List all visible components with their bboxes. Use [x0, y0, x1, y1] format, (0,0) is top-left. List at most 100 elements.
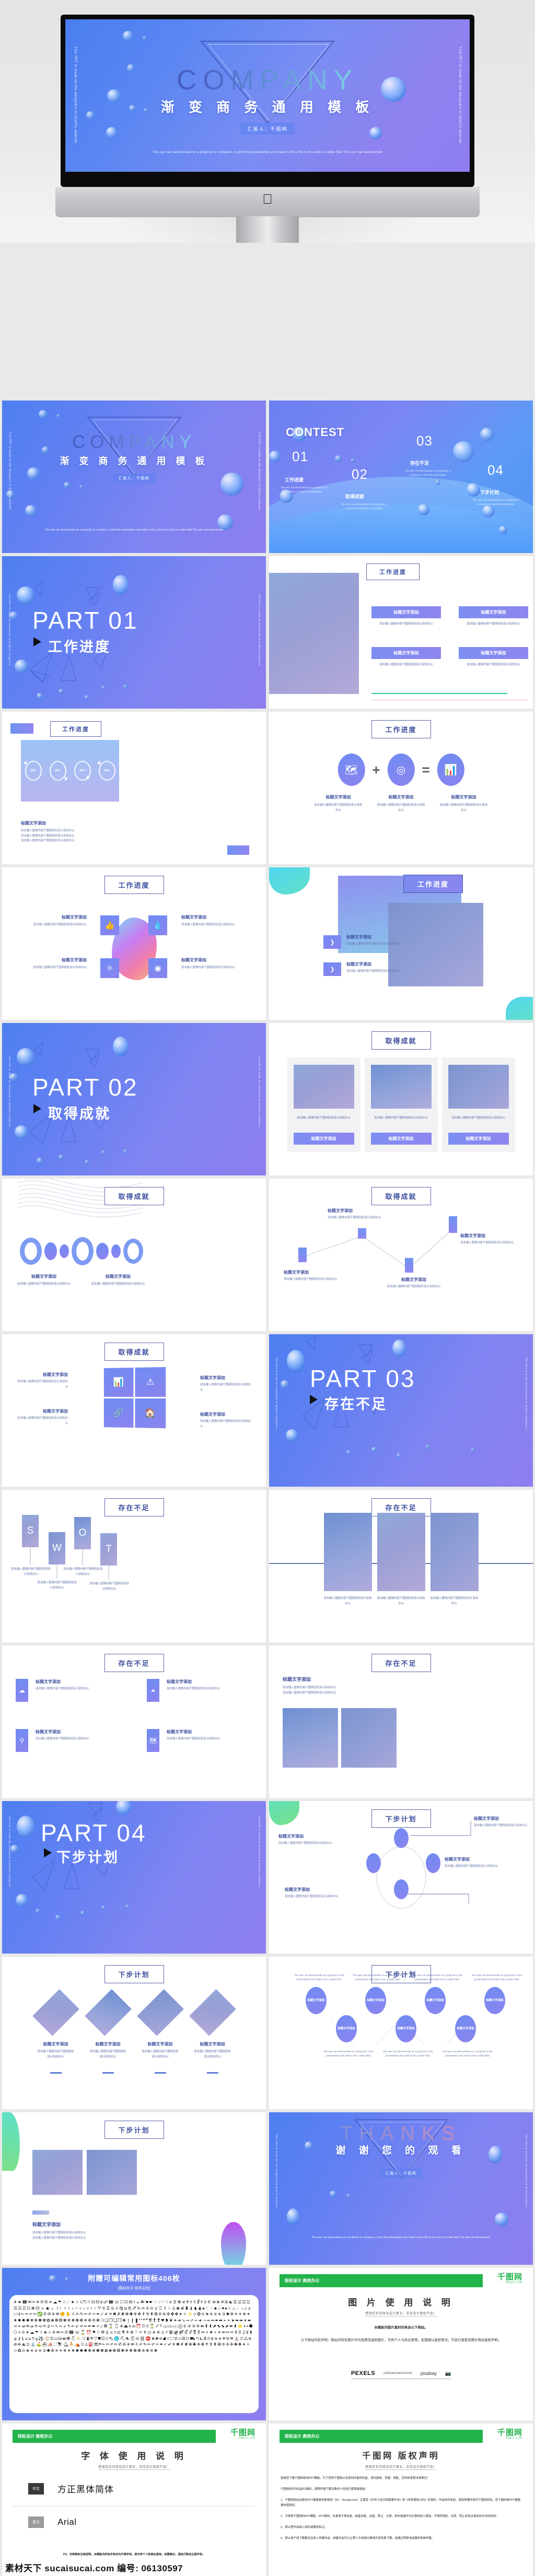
- icon-pack-subtitle: [图标在手 修改无忧]: [118, 2287, 150, 2290]
- slide-plan-circle[interactable]: 下步计划 标题文字添加 双击输入替换内容千图网轻松设计高效办公 标题文字添加 双…: [269, 1801, 533, 1954]
- slide-progress-quad[interactable]: 工作进度 👍 💧 ⚛ ◉ 标题文字添加 双击输入替换内容千图网轻松设计高效办公 …: [2, 867, 266, 1020]
- slide-part-04[interactable]: PART 04 下步计划 This PPT is made by thousan…: [2, 1801, 266, 1954]
- caption-title: 标题文字添加: [388, 795, 414, 799]
- twophoto-caption[interactable]: 标题文字添加 双击输入替换内容千图网轻松设计高效办公 双击输入替换内容千图网轻松…: [283, 1676, 336, 1696]
- timeline-node[interactable]: 标题文字添加: [425, 1987, 446, 2014]
- diamond-card[interactable]: 标题文字添加 双击输入替换内容千图网轻松设计高效办公: [32, 1989, 79, 2074]
- circle-caption[interactable]: 标题文字添加 双击输入替换内容千图网轻松设计高效办公: [278, 1833, 334, 1846]
- overlay-caption[interactable]: 标题文字添加 双击输入替换内容千图网轻松设计高效办公: [346, 934, 400, 947]
- copyright-p4: 2、不得将千图网的PPT模版、PPT素材，本身用于再出售，或者出租、出借、转让、…: [281, 2515, 499, 2519]
- quad-caption[interactable]: 标题文字添加 双击输入替换内容千图网轻松设计高效办公: [26, 914, 87, 928]
- timeline-node[interactable]: 标题文字添加: [306, 1987, 327, 2014]
- quad-caption[interactable]: 标题文字添加 双击输入替换内容千图网轻松设计高效办公: [181, 957, 242, 971]
- slide-progress-equation[interactable]: 工作进度 🗺 + ◎ = 📊 标题文字添加 双击输入替换内容千图网轻松设计高效办…: [269, 712, 533, 864]
- circle-caption[interactable]: 标题文字添加 双击输入替换内容千图网轻松设计高效办公: [474, 1816, 529, 1829]
- progress-card[interactable]: 标题文字添加 双击输入替换内容千图网轻松设计高效办公: [371, 606, 441, 627]
- part-side-text: This PPT is made by thousands of graphic…: [258, 1055, 261, 1128]
- contents-item-01[interactable]: 01 工作进度 The user can demonstrate on a pr…: [281, 449, 329, 495]
- slide-part-03[interactable]: PART 03 存在不足 This PPT is made by thousan…: [269, 1334, 533, 1487]
- progress-card[interactable]: 标题文字添加 双击输入替换内容千图网轻松设计高效办公: [459, 606, 528, 627]
- slide-progress-rings[interactable]: 工作进度 55% 80% 95% 65% 标题文字添加 双击输入替换内容千图网轻…: [2, 712, 266, 864]
- slide-thanks[interactable]: THANKS 谢 谢 您 的 观 看 汇报人：千图网 The user can …: [269, 2112, 533, 2265]
- slide-gap-twophoto[interactable]: 存在不足 标题文字添加 双击输入替换内容千图网轻松设计高效办公 双击输入替换内容…: [269, 1645, 533, 1798]
- slide-gap-iconcards[interactable]: 存在不足 ☁ 标题文字添加 双击输入替换内容千图网轻松设计高效办公 ⏶ 标题文字…: [2, 1645, 266, 1798]
- slide-part-01[interactable]: PART 01 工作进度 This PPT is made by thousan…: [2, 556, 266, 709]
- achieve-card[interactable]: 双击输入替换内容千图网轻松设计高效办公 标题文字添加: [287, 1057, 360, 1152]
- caption-body: 双击输入替换内容千图网轻松设计高效办公: [200, 1383, 251, 1392]
- slide-achieve-ellipses[interactable]: 取得成就 标题文字添加 双击输入替换内容千图网轻松设计高效办公 标题文字添加 双…: [2, 1179, 266, 1331]
- slide-icon-pack[interactable]: 附赠可编辑常用图标406枚 [图标在手 修改无忧] ✈★☎✉✂✈✆✇☀☁☂☃☄★…: [2, 2268, 266, 2420]
- timeline-node[interactable]: 标题文字添加: [396, 2015, 416, 2042]
- circle-caption[interactable]: 标题文字添加 双击输入替换内容千图网轻松设计高效办公: [445, 1856, 500, 1869]
- zigzag-caption[interactable]: 标题文字添加 双击输入替换内容千图网轻松设计高效办公: [460, 1233, 515, 1246]
- windows-caption[interactable]: 标题文字添加 双击输入替换内容千图网轻松设计高效办公: [200, 1375, 252, 1393]
- windows-caption[interactable]: 标题文字添加 双击输入替换内容千图网轻松设计高效办公: [16, 1372, 68, 1390]
- diamond-card[interactable]: 标题文字添加 双击输入替换内容千图网轻松设计高效办公: [189, 1989, 236, 2074]
- timeline-node[interactable]: 标题文字添加: [365, 1987, 386, 2014]
- card-body: 双击输入替换内容千图网轻松设计高效办公: [451, 1116, 505, 1120]
- timeline-node[interactable]: 标题文字添加: [455, 2015, 476, 2042]
- slide-progress-overlay[interactable]: 工作进度 ❯ 标题文字添加 双击输入替换内容千图网轻松设计高效办公 ❯ 标题文字…: [269, 867, 533, 1020]
- slide-achieve-cards[interactable]: 取得成就 双击输入替换内容千图网轻松设计高效办公 标题文字添加 双击输入替换内容…: [269, 1023, 533, 1175]
- slide-contents[interactable]: CONTEST 01 工作进度 The user can demonstrate…: [269, 401, 533, 553]
- windows-caption[interactable]: 标题文字添加 双击输入替换内容千图网轻松设计高效办公: [200, 1411, 252, 1429]
- slide-achieve-zigzag[interactable]: 取得成就 标题文字添加 双击输入替换内容千图网轻松设计高效办公 标题文字添加 双…: [269, 1179, 533, 1331]
- slide-plan-photos[interactable]: 下步计划 标题文字添加 双击输入替换内容千图网轻松设计高效办公 双击输入替换内容…: [2, 2112, 266, 2265]
- gap-icon-card[interactable]: 🗺 标题文字添加 双击输入替换内容千图网轻松设计高效办公: [147, 1729, 250, 1752]
- chevron-right-icon: ❯: [323, 935, 341, 949]
- slide-cover[interactable]: COMPANY 渐 变 商 务 通 用 模 板 汇报人：千图网 The user…: [2, 401, 266, 553]
- gap-icon-card[interactable]: ⏶ 标题文字添加 双击输入替换内容千图网轻松设计高效办公: [147, 1679, 250, 1702]
- contents-item-04[interactable]: 04 下步计划 The user can demonstrate on a pr…: [473, 462, 521, 507]
- slide-font-notice[interactable]: 轻松设计 高效办公 千图网 58pic.com 字 体 使 用 说 明 感谢您支…: [2, 2424, 266, 2576]
- caption-title: 标题文字添加: [32, 2222, 61, 2227]
- equation-caption[interactable]: 标题文字添加 双击输入替换内容千图网轻松设计高效办公: [377, 794, 425, 813]
- timeline-desc: The user can demonstrate on a projector …: [471, 1974, 522, 1981]
- zigzag-caption[interactable]: 标题文字添加 双击输入替换内容千图网轻松设计高效办公: [328, 1208, 382, 1221]
- part-side-text: This PPT is made by thousands of graphic…: [8, 1055, 11, 1128]
- progress-card[interactable]: 标题文字添加 双击输入替换内容千图网轻松设计高效办公: [371, 646, 441, 668]
- plan-caption[interactable]: 标题文字添加 双击输入替换内容千图网轻松设计高效办公 双击输入替换内容千图网轻松…: [32, 2221, 86, 2241]
- equation-caption[interactable]: 标题文字添加 双击输入替换内容千图网轻松设计高效办公: [440, 794, 488, 813]
- progress-card[interactable]: 标题文字添加 双击输入替换内容千图网轻松设计高效办公: [459, 646, 528, 668]
- slide-gap-panels[interactable]: 存在不足 双击输入替换内容千图网轻松设计高效办公 双击输入替换内容千图网轻松设计…: [269, 1490, 533, 1642]
- quad-caption[interactable]: 标题文字添加 双击输入替换内容千图网轻松设计高效办公: [181, 914, 242, 928]
- slide-gap-swot[interactable]: 存在不足 S W O T 双击输入替换内容千图网轻松设计高效办公 双击输入替换内…: [2, 1490, 266, 1642]
- card-button[interactable]: 标题文字添加: [448, 1132, 509, 1145]
- slide-progress-grid[interactable]: 工作进度 标题文字添加 双击输入替换内容千图网轻松设计高效办公 标题文字添加 双…: [269, 556, 533, 709]
- bar-chart-icon: 📊: [103, 1368, 134, 1397]
- ellipse-caption[interactable]: 标题文字添加 双击输入替换内容千图网轻松设计高效办公: [17, 1274, 71, 1287]
- equation-caption[interactable]: 标题文字添加 双击输入替换内容千图网轻松设计高效办公: [315, 794, 363, 813]
- achieve-card[interactable]: 双击输入替换内容千图网轻松设计高效办公 标题文字添加: [364, 1057, 438, 1152]
- timeline-node[interactable]: 标题文字添加: [336, 2015, 357, 2042]
- card-button[interactable]: 标题文字添加: [370, 1132, 432, 1145]
- ring-3: 65%: [97, 761, 115, 781]
- card-body: 双击输入替换内容千图网轻松设计高效办公: [167, 1687, 220, 1690]
- achieve-card[interactable]: 双击输入替换内容千图网轻松设计高效办公 标题文字添加: [441, 1057, 515, 1152]
- slide-plan-timeline[interactable]: 下步计划 The user can demonstrate on a proje…: [269, 1957, 533, 2109]
- slide-copyright-notice[interactable]: 轻松设计 高效办公 千图网 58pic.com 千图网 版权声明 感谢您支持原创…: [269, 2424, 533, 2576]
- contents-item-03[interactable]: 03 存在不足 The user can demonstrate on a pr…: [405, 433, 453, 478]
- circle-target-icon: ◉: [148, 958, 167, 978]
- caption-title: 标题文字添加: [346, 935, 371, 939]
- slide-achieve-windows[interactable]: 取得成就 📊 ⚠ 🔗 🏠 标题文字添加 双击输入替换内容千图网轻松设计高效办公 …: [2, 1334, 266, 1487]
- gap-icon-card[interactable]: ⚲ 标题文字添加 双击输入替换内容千图网轻松设计高效办公: [16, 1729, 119, 1752]
- diamond-card[interactable]: 标题文字添加 双击输入替换内容千图网轻松设计高效办公: [84, 1989, 132, 2074]
- ellipse-caption[interactable]: 标题文字添加 双击输入替换内容千图网轻松设计高效办公: [91, 1274, 145, 1287]
- windows-caption[interactable]: 标题文字添加 双击输入替换内容千图网轻松设计高效办公: [16, 1408, 68, 1426]
- slide-plan-diamonds[interactable]: 下步计划 标题文字添加 双击输入替换内容千图网轻松设计高效办公 标题文字添加 双…: [2, 1957, 266, 2109]
- copyright-p2: 千图网将对作品进行维权，按照传播下载次数的十倍进行索取赔偿金！: [281, 2487, 368, 2491]
- zigzag-caption[interactable]: 标题文字添加 双击输入替换内容千图网轻松设计高效办公: [382, 1277, 446, 1290]
- chart-icon: 📊: [437, 754, 464, 786]
- slide-part-02[interactable]: PART 02 取得成就 This PPT is made by thousan…: [2, 1023, 266, 1175]
- slide-image-notice[interactable]: 轻松设计 高效办公 千图网 58pic.com 图 片 使 用 说 明 感谢您支…: [269, 2268, 533, 2420]
- play-arrow-icon: [33, 637, 41, 646]
- gap-icon-card[interactable]: ☁ 标题文字添加 双击输入替换内容千图网轻松设计高效办公: [16, 1679, 119, 1702]
- zigzag-caption[interactable]: 标题文字添加 双击输入替换内容千图网轻松设计高效办公: [284, 1269, 338, 1283]
- overlay-caption[interactable]: 标题文字添加 双击输入替换内容千图网轻松设计高效办公: [346, 961, 400, 974]
- card-button[interactable]: 标题文字添加: [293, 1132, 354, 1145]
- contents-item-02[interactable]: 02 取得成就 The user can demonstrate on a pr…: [341, 466, 389, 511]
- quad-caption[interactable]: 标题文字添加 双击输入替换内容千图网轻松设计高效办公: [26, 957, 87, 971]
- diamond-card[interactable]: 标题文字添加 双击输入替换内容千图网轻松设计高效办公: [136, 1989, 184, 2074]
- circle-caption[interactable]: 标题文字添加 双击输入替换内容千图网轻松设计高效办公: [285, 1887, 340, 1900]
- timeline-node[interactable]: 标题文字添加: [484, 1987, 505, 2014]
